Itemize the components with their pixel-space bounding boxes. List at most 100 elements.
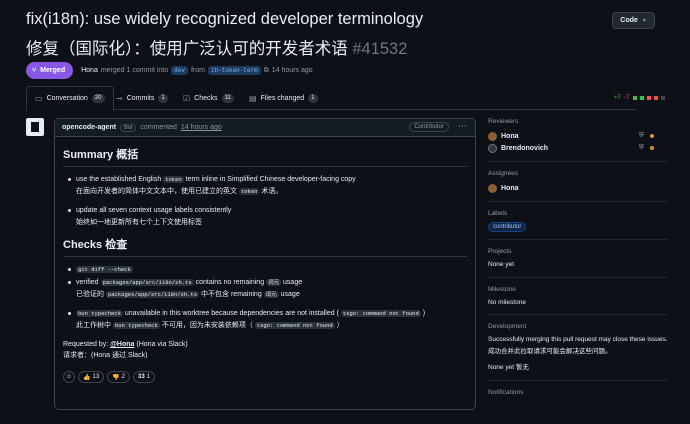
requested-translation: 请求者：(Hona 通过 Slack) [63, 352, 148, 359]
code-button[interactable]: Code ▼ [612, 12, 655, 29]
inline-code: tsgo: command not found [340, 310, 421, 317]
avatar[interactable] [26, 118, 44, 136]
comment-card: opencode-agent Bot commented 14 hours ag… [54, 118, 476, 410]
reactions-bar: ☺ 👍 13 👎 2 33 1 [63, 371, 467, 383]
from-word: from [190, 67, 205, 74]
list-item: use the established English token term i… [63, 174, 467, 197]
reviewers-title[interactable]: Reviewers [488, 118, 668, 125]
thumbs-up-icon: 👍 [83, 374, 91, 381]
tab-checks[interactable]: ☑ Checks 11 [183, 86, 234, 110]
assignees-section: Assignees Hona [488, 170, 668, 202]
head-branch[interactable]: zh-token-term [207, 66, 261, 75]
tab-conversation-count: 20 [91, 94, 105, 103]
tab-checks-count: 11 [221, 93, 234, 103]
item-translation: 在面向开发者的简体中文文本中，使用已建立的英文 [76, 188, 237, 195]
reaction-count: 1 [146, 374, 151, 380]
requested-label: Requested by: [63, 341, 109, 348]
reaction-thumbs-down[interactable]: 👎 2 [107, 371, 130, 383]
tab-commits[interactable]: ⊸ Commits 1 [116, 86, 168, 110]
inline-code: tsgo: command not found [254, 322, 335, 329]
comment-author[interactable]: opencode-agent [62, 124, 116, 131]
pr-tabs: ▭ Conversation 20 ⊸ Commits 1 ☑ Checks 1… [26, 86, 636, 111]
list-item: update all seven context usage labels co… [63, 205, 467, 228]
pr-subtitle: 修复（国际化）：使用广泛认可的开发者术语 #41532 [26, 35, 407, 59]
reaction-emoji: 33 [138, 374, 145, 380]
checklist-icon: ☑ [183, 93, 191, 103]
assignees-title[interactable]: Assignees [488, 170, 668, 177]
reviewers-section: Reviewers Hona ⛨ Brendonovich ⛨ [488, 118, 668, 162]
projects-value: None yet [488, 261, 515, 268]
inline-code: git diff --check [76, 266, 133, 273]
tab-conversation[interactable]: ▭ Conversation 20 [26, 86, 114, 111]
reviewer-row[interactable]: Hona ⛨ [488, 130, 668, 142]
projects-section: Projects None yet [488, 248, 668, 278]
projects-title[interactable]: Projects [488, 248, 668, 255]
base-branch[interactable]: dev [171, 66, 188, 75]
label-contributor[interactable]: contributor [488, 222, 527, 232]
item-text: ) [422, 310, 426, 317]
avatar [488, 183, 497, 193]
item-text: term inline in Simplified Chinese develo… [185, 176, 356, 183]
notifications-title: Notifications [488, 388, 524, 396]
tab-checks-label: Checks [194, 94, 218, 102]
comment-time[interactable]: 14 hours ago [181, 124, 222, 131]
item-translation: 不可用，因为未安装依赖项（ [161, 322, 253, 329]
milestone-title[interactable]: Milestone [488, 286, 668, 293]
list-item: verified packages/app/src/i18n/zh.ts con… [63, 277, 467, 300]
avatar [488, 143, 497, 153]
checks-list: git diff --check verified packages/app/s… [63, 264, 467, 331]
bot-badge: Bot [120, 123, 137, 132]
diffstat-deletions: −7 [622, 95, 630, 101]
development-none: None yet 暂无 [488, 364, 529, 371]
item-translation: 中不包含 remaining [201, 291, 262, 298]
milestone-value: No milestone [488, 298, 526, 306]
tab-files-label: Files changed [260, 94, 305, 102]
bot-logo-icon [31, 122, 39, 132]
item-text: contains no remaining [195, 279, 265, 286]
summary-list: use the established English token term i… [63, 174, 467, 228]
inline-code: token [163, 176, 184, 183]
development-translation: 成功合并此拉取请求可能会解决这些问题。 [488, 347, 612, 355]
diffstat-block [653, 96, 658, 100]
tab-commits-label: Commits [126, 94, 155, 102]
merge-author[interactable]: Hona [81, 67, 98, 74]
development-title[interactable]: Development [488, 323, 668, 330]
contributor-badge: Contributor [409, 122, 449, 132]
inline-code: bun typecheck [76, 310, 123, 317]
commit-icon: ⊸ [116, 93, 123, 103]
labels-title[interactable]: Labels [488, 210, 668, 217]
tab-files-changed[interactable]: ▤ Files changed 1 [249, 86, 318, 110]
item-translation: 已验证的 [76, 291, 104, 298]
merge-time: 14 hours ago [271, 67, 313, 74]
merge-action: merged 1 commit into [100, 67, 169, 74]
reaction-count: 2 [121, 374, 125, 380]
item-text: verified [76, 279, 99, 286]
inline-code: 词元 [263, 291, 279, 298]
pending-review-icon [650, 134, 654, 138]
list-item: bun typecheck unavailable in this worktr… [63, 308, 467, 331]
tab-files-count: 1 [308, 93, 318, 103]
avatar [488, 131, 497, 141]
item-translation: ） [336, 322, 344, 329]
add-reaction-icon[interactable]: ☺ [63, 371, 75, 383]
reaction-thumbs-up[interactable]: 👍 13 [78, 371, 105, 383]
diffstat-block [632, 96, 637, 100]
item-translation: usage [280, 291, 300, 298]
merged-status-label: Merged [40, 67, 66, 74]
reaction-count: 13 [92, 374, 100, 380]
item-translation: 术语。 [261, 188, 283, 195]
reviewer-row[interactable]: Brendonovich ⛨ [488, 142, 668, 154]
item-text: update all seven context usage labels co… [76, 207, 232, 214]
requested-user-link[interactable]: @Hona [110, 341, 134, 348]
kebab-menu-icon[interactable]: ⋯ [458, 121, 467, 132]
inline-code: packages/app/src/i18n/zh.ts [105, 291, 200, 298]
inline-code: packages/app/src/i18n/zh.ts [100, 279, 194, 286]
copy-icon[interactable]: ⧉ [264, 67, 269, 75]
inline-code: 词元 [266, 279, 282, 286]
reviewer-name: Brendonovich [501, 144, 549, 152]
assignee-row[interactable]: Hona [488, 182, 668, 194]
pr-number: #41532 [352, 40, 408, 58]
reaction-other[interactable]: 33 1 [133, 371, 156, 383]
milestone-section: Milestone No milestone [488, 286, 668, 315]
pr-meta: ⑂ Merged Hona merged 1 commit into dev f… [26, 62, 313, 79]
